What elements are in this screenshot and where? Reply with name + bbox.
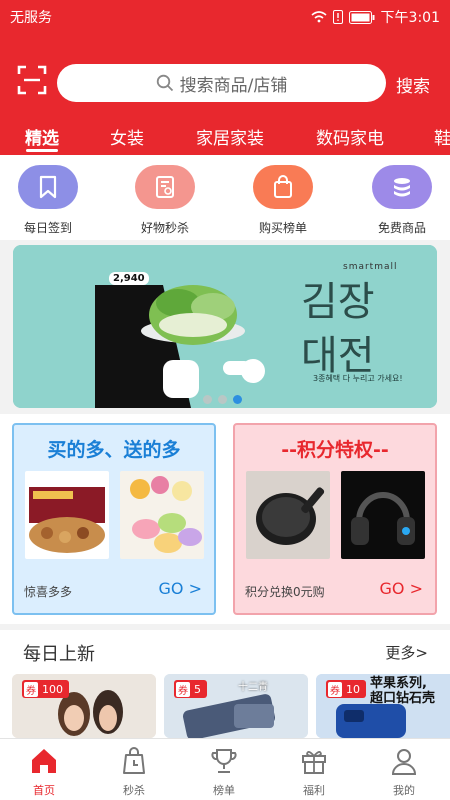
status-bar: 无服务 下午3:01: [0, 0, 450, 32]
coin-stack-icon: [372, 165, 432, 209]
promo-title: 买的多、送的多: [47, 439, 181, 461]
tabbar-label: 秒杀: [123, 784, 145, 797]
tabbar-item-ranking[interactable]: 榜单: [194, 743, 254, 798]
tabbar-item-welfare[interactable]: 福利: [284, 743, 344, 798]
bottom-tab-bar: 首页 秒杀 榜单 福利 我的: [0, 738, 450, 800]
search-icon: [156, 74, 173, 92]
scan-icon: [17, 65, 47, 95]
quick-entries: 每日签到 好物秒杀 购买榜单 免费商品: [0, 155, 450, 240]
quick-label: 好物秒杀: [140, 221, 189, 235]
quick-item-flashsale[interactable]: 好物秒杀: [120, 165, 210, 236]
banner-headline-1: 김장: [301, 279, 375, 325]
wifi-icon: [311, 11, 327, 23]
promo-subtitle: 惊喜多多: [24, 585, 73, 599]
promo-buy-more[interactable]: 买的多、送的多 惊喜多多 GO >: [12, 423, 216, 615]
product-caption: 苹果系列, 超口钻石壳: [370, 676, 436, 706]
more-link[interactable]: 更多>: [385, 642, 428, 663]
tabbar-item-flash[interactable]: 秒杀: [104, 743, 164, 798]
carrier-text: 无服务: [10, 10, 52, 26]
user-icon: [374, 743, 434, 779]
quick-label: 免费商品: [377, 221, 426, 235]
product-caption: 十二青: [238, 682, 268, 693]
sim-alert-icon: [332, 10, 343, 24]
receipt-icon: [135, 165, 195, 209]
tab-shoes[interactable]: 鞋: [434, 124, 450, 149]
promo-section: 买的多、送的多 惊喜多多 GO > --积分特权-- 积分兑换0元购 GO >: [0, 414, 450, 624]
quick-item-checkin[interactable]: 每日签到: [3, 165, 93, 236]
category-tabs: 精选 女装 家居家装 数码家电 鞋: [0, 118, 450, 155]
trophy-icon: [194, 743, 254, 779]
promo-title: --积分特权--: [281, 439, 389, 461]
promo-go-button[interactable]: GO >: [380, 579, 423, 598]
coupon-badge: 券 10: [326, 680, 366, 698]
product-image-headphones[interactable]: [341, 471, 425, 559]
tab-digital[interactable]: 数码家电: [316, 124, 384, 149]
tab-home[interactable]: 家居家装: [196, 124, 264, 149]
scan-button[interactable]: [16, 64, 48, 96]
coupon-badge: 券 100: [22, 680, 69, 698]
banner-price: 2,940: [109, 272, 149, 285]
tab-featured[interactable]: 精选: [25, 124, 59, 149]
quick-label: 购买榜单: [258, 221, 307, 235]
tabbar-item-profile[interactable]: 我的: [374, 743, 434, 798]
time-text: 下午3:01: [380, 10, 440, 26]
banner-subtext: 3종혜택 다 누리고 가세요!: [313, 374, 403, 383]
coupon-badge: 券5: [174, 680, 207, 698]
shopping-bag-icon: [253, 165, 313, 209]
battery-icon: [348, 10, 375, 24]
tabbar-label: 榜单: [213, 784, 235, 797]
search-button[interactable]: 搜索: [396, 72, 430, 97]
carousel-dot[interactable]: [203, 395, 212, 404]
banner-carousel[interactable]: 2,940 smartmall 김장 대전 3종혜택 다 누리고 가세요!: [13, 245, 437, 408]
search-placeholder: 搜索商品/店铺: [179, 75, 288, 96]
tab-womens[interactable]: 女装: [110, 124, 144, 149]
bookmark-icon: [18, 165, 78, 209]
product-image-pan[interactable]: [246, 471, 330, 559]
gift-icon: [284, 743, 344, 779]
tabbar-label: 我的: [393, 784, 415, 797]
tabbar-label: 福利: [303, 784, 325, 797]
tabbar-item-home[interactable]: 首页: [14, 743, 74, 798]
quick-item-ranking[interactable]: 购买榜单: [238, 165, 328, 236]
tabbar-label: 首页: [33, 784, 55, 797]
tab-indicator: [26, 149, 58, 152]
quick-label: 每日签到: [23, 221, 72, 235]
carousel-dots[interactable]: [203, 395, 242, 404]
promo-go-button[interactable]: GO >: [159, 579, 202, 598]
carousel-dot-active[interactable]: [233, 395, 242, 404]
search-input[interactable]: 搜索商品/店铺: [57, 64, 386, 102]
promo-subtitle: 积分兑换0元购: [245, 585, 325, 599]
promo-points[interactable]: --积分特权-- 积分兑换0元购 GO >: [233, 423, 437, 615]
status-icons: 下午3:01: [311, 7, 440, 27]
daily-new-section: 每日上新 更多> 十二青 苹果系列, 超口钻石壳 券 100 券5 券 10: [0, 630, 450, 738]
carousel-dot[interactable]: [218, 395, 227, 404]
quick-item-free[interactable]: 免费商品: [357, 165, 447, 236]
product-image-snacks[interactable]: [25, 471, 109, 559]
home-icon: [14, 743, 74, 779]
header: 无服务 下午3:01 搜索商品/店铺 搜索 精选 女装 家居家装 数码家电 鞋: [0, 0, 450, 155]
product-image-macarons[interactable]: [120, 471, 204, 559]
clock-bag-icon: [104, 743, 164, 779]
section-title: 每日上新: [23, 644, 95, 665]
